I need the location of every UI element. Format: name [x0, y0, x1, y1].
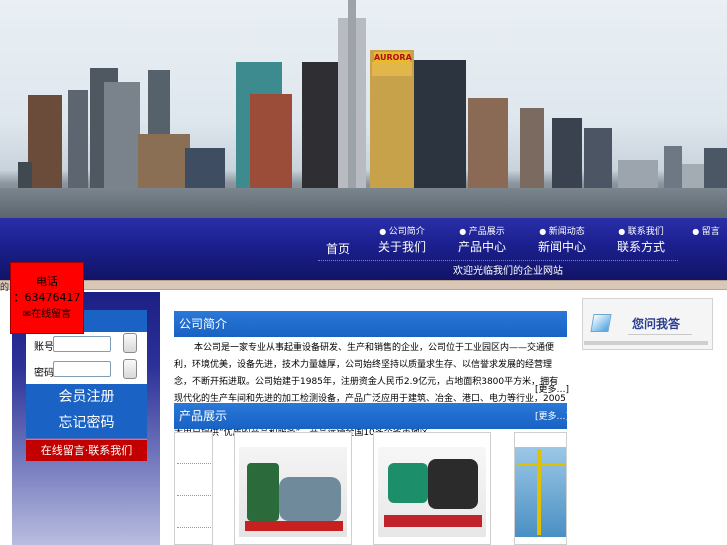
contact-phone-label: 电话	[36, 275, 58, 288]
nav-about-label: 关于我们	[378, 240, 427, 254]
product-thumb-2[interactable]	[234, 432, 352, 545]
nav-item-about[interactable]: 公司简介 关于我们	[378, 224, 426, 255]
nav-products-en: 产品展示	[456, 224, 508, 238]
chat-icon: ✉	[22, 309, 32, 320]
contact-message-link[interactable]: ✉在线留言	[11, 305, 83, 320]
product-thumb-4[interactable]	[514, 432, 567, 545]
banner-sign: AURORA	[374, 52, 412, 64]
nav-item-home[interactable]: 首页	[318, 224, 358, 257]
nav-contact-label: 联系方式	[616, 240, 665, 254]
floating-contact-box[interactable]: 电话 ：63476417 ✉在线留言	[10, 262, 84, 334]
username-label: 账号	[34, 342, 54, 353]
nav-products-label: 产品中心	[457, 240, 506, 254]
products-section-title: 产品展示	[174, 403, 567, 429]
banner-water	[0, 188, 727, 218]
products-more-link[interactable]: [更多…]	[535, 409, 569, 422]
product-thumb-1[interactable]	[174, 432, 213, 545]
username-input[interactable]	[53, 336, 111, 352]
nav-about-en: 公司简介	[378, 224, 426, 238]
header-banner: AURORA	[0, 0, 727, 218]
nav-home-label: 首页	[325, 242, 350, 256]
register-link[interactable]: 会员注册	[26, 384, 147, 410]
nav-item-news[interactable]: 新闻动态 新闻中心	[536, 224, 588, 255]
about-more-link[interactable]: [更多…]	[535, 382, 569, 395]
qa-title: 您问我答	[632, 317, 681, 331]
nav-news-en: 新闻动态	[536, 224, 588, 238]
nav-news-label: 新闻中心	[537, 240, 586, 254]
forgot-password-link[interactable]: 忘记密码	[26, 410, 147, 436]
qa-title-underline	[628, 334, 692, 335]
about-section-title: 公司简介	[174, 311, 567, 337]
divider-strip	[0, 280, 727, 290]
message-contact-bar[interactable]: 在线留言·联系我们	[26, 439, 147, 461]
nav-contact-en: 联系我们	[612, 224, 670, 238]
contact-phone-number: ：63476417	[13, 291, 81, 304]
login-button[interactable]	[123, 359, 137, 379]
username-button[interactable]	[123, 333, 137, 353]
page-root: AURORA 首页 公司简介 关于我们 产品展示 产品中心 新闻动态 新闻中心 …	[0, 0, 727, 545]
nav-item-message[interactable]: 留言	[688, 224, 724, 238]
strip-glyph: 的	[0, 283, 10, 293]
notepad-icon	[590, 314, 612, 332]
password-input[interactable]	[53, 361, 111, 377]
password-label: 密码	[34, 368, 54, 379]
nav-item-products[interactable]: 产品展示 产品中心	[456, 224, 508, 255]
member-links: 会员注册 忘记密码	[26, 384, 147, 438]
product-thumb-3[interactable]	[373, 432, 491, 545]
nav-subtitle: 欢迎光临我们的企业网站	[453, 266, 563, 277]
qa-box-underbar	[584, 341, 708, 345]
nav-divider	[318, 260, 678, 261]
nav-item-contact[interactable]: 联系我们 联系方式	[612, 224, 670, 255]
nav-message-en: 留言	[688, 224, 724, 238]
